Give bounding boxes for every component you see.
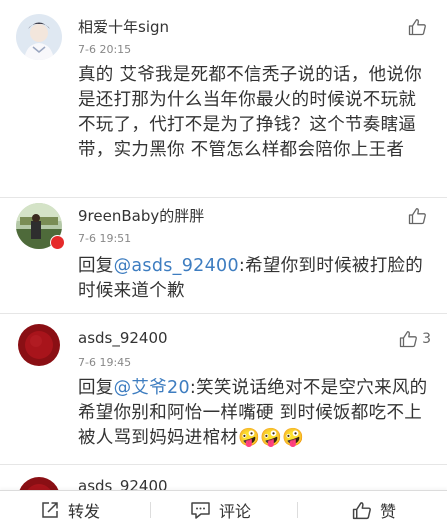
like-label: 赞	[380, 502, 397, 521]
username[interactable]: 9reenBaby的胖胖	[78, 205, 204, 226]
repost-label: 转发	[68, 502, 101, 521]
avatar[interactable]	[16, 322, 62, 368]
like-button[interactable]	[408, 17, 431, 37]
like-button[interactable]: 3	[399, 329, 431, 349]
thumbs-up-icon	[399, 331, 417, 348]
like-count: 3	[422, 331, 431, 347]
crazy-face-emoji: 🤪	[238, 428, 261, 448]
toolbar-separator	[297, 502, 298, 518]
timestamp: 7-6 19:51	[78, 232, 132, 245]
avatar[interactable]	[16, 475, 62, 490]
crazy-face-emoji: 🤪	[282, 428, 305, 448]
repost-button[interactable]: 转发	[40, 491, 100, 529]
comment-icon	[191, 502, 210, 519]
share-icon	[42, 502, 58, 518]
comment-text: 真的 艾爷我是死都不信秃子说的话，他说你是还打那为什么当年你最火的时候说不玩就不…	[78, 65, 423, 160]
mention-link[interactable]: @艾爷20	[114, 378, 190, 398]
bottom-toolbar: 转发 评论 赞	[0, 490, 447, 529]
username[interactable]: asds_92400	[78, 329, 168, 347]
crazy-face-emoji: 🤪	[260, 428, 283, 448]
comment-item[interactable]: asds_92400	[0, 465, 447, 490]
mention-link[interactable]: @asds_92400	[114, 256, 239, 276]
thumbs-up-icon	[352, 501, 371, 519]
comment-text: 回复@艾爷20:笑笑说话绝对不是空穴来风的 希望你别和阿怡一样嘴硬 到时候饭都吃…	[78, 376, 428, 451]
like-button[interactable]	[408, 206, 431, 226]
comment-item[interactable]: asds_92400 7-6 19:45 3 回复@艾爷20:笑笑说话绝对不是空…	[0, 314, 447, 464]
comment-label: 评论	[219, 502, 252, 521]
emoji-group: 🤪🤪🤪	[238, 428, 304, 448]
like-post-button[interactable]: 赞	[352, 491, 396, 529]
comment-button[interactable]: 评论	[190, 491, 251, 529]
comment-text: 回复@asds_92400:希望你到时候被打脸的时候来道个歉	[78, 254, 428, 304]
comment-item[interactable]: 9reenBaby的胖胖 7-6 19:51 回复@asds_92400:希望你…	[0, 198, 447, 313]
thumbs-up-icon	[408, 19, 426, 36]
reply-prefix: 回复	[78, 378, 114, 398]
username[interactable]: asds_92400	[78, 477, 168, 490]
timestamp: 7-6 19:45	[78, 356, 132, 369]
reply-prefix: 回复	[78, 256, 114, 276]
timestamp: 7-6 20:15	[78, 43, 132, 56]
username[interactable]: 相爱十年sign	[78, 16, 169, 37]
thumbs-up-icon	[408, 208, 426, 225]
verified-badge	[50, 235, 65, 250]
comment-item[interactable]: 相爱十年sign 7-6 20:15 真的 艾爷我是死都不信秃子说的话，他说你是…	[0, 0, 447, 197]
toolbar-separator	[150, 502, 151, 518]
avatar[interactable]	[16, 14, 62, 60]
